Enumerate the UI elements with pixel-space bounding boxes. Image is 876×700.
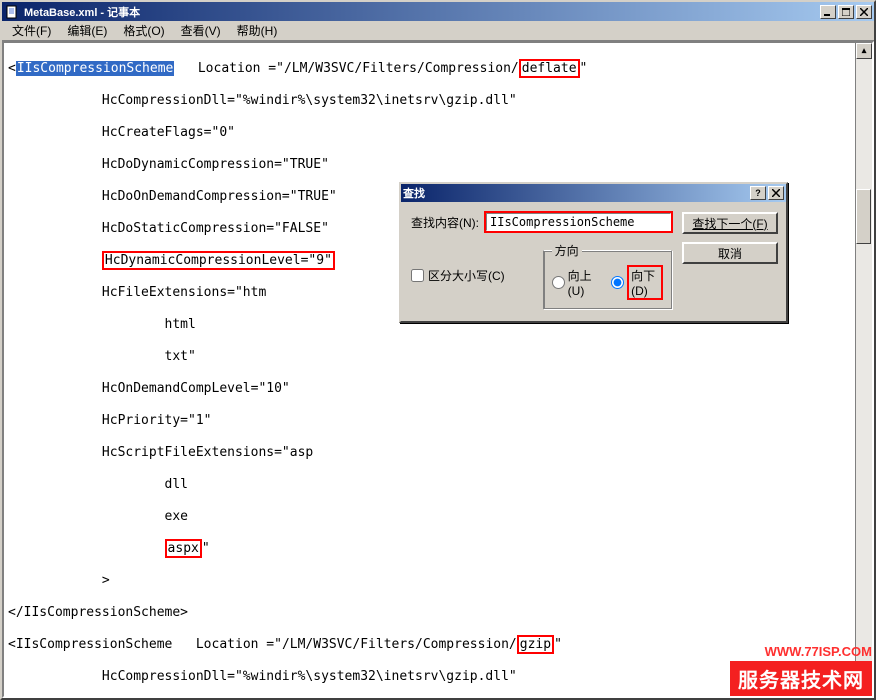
find-close-button[interactable] — [768, 186, 784, 200]
text-editor[interactable]: <IIsCompressionScheme Location ="/LM/W3S… — [2, 41, 874, 698]
radio-down-label: 向下(D) — [627, 265, 663, 300]
direction-legend: 方向 — [552, 242, 582, 259]
menu-file[interactable]: 文件(F) — [4, 20, 59, 41]
match-case-option[interactable]: 区分大小写(C) — [411, 267, 505, 284]
titlebar: MetaBase.xml - 记事本 — [2, 2, 874, 21]
find-body: 查找内容(N): 区分大小写(C) 方向 向上(U) — [401, 202, 786, 321]
scroll-track[interactable] — [856, 59, 872, 680]
find-dialog: 查找 ? 查找内容(N): 区分大小写(C) 方向 — [399, 182, 788, 323]
menu-view[interactable]: 查看(V) — [173, 20, 229, 41]
menubar: 文件(F) 编辑(E) 格式(O) 查看(V) 帮助(H) — [2, 21, 874, 41]
watermark-cn: 服务器技术网 — [730, 661, 872, 696]
selected-text: IIsCompressionScheme — [16, 61, 175, 76]
direction-down[interactable]: 向下(D) — [611, 265, 663, 300]
radio-up[interactable] — [552, 276, 565, 289]
radio-up-label: 向上(U) — [568, 267, 597, 298]
scroll-up-button[interactable]: ▴ — [856, 43, 872, 59]
vertical-scrollbar[interactable]: ▴ ▾ — [855, 43, 872, 696]
find-title: 查找 — [403, 185, 750, 201]
watermark: WWW.77ISP.COM 服务器技术网 — [730, 644, 872, 696]
minimize-button[interactable] — [820, 5, 836, 19]
direction-fieldset: 方向 向上(U) 向下(D) — [543, 242, 672, 309]
notepad-icon — [4, 4, 20, 20]
highlight-dynlevel-1: HcDynamicCompressionLevel="9" — [102, 251, 335, 270]
watermark-url: WWW.77ISP.COM — [730, 644, 872, 659]
titlebar-buttons — [820, 5, 872, 19]
menu-format[interactable]: 格式(O) — [115, 20, 172, 41]
close-button[interactable] — [856, 5, 872, 19]
maximize-button[interactable] — [838, 5, 854, 19]
find-titlebar: 查找 ? — [401, 184, 786, 202]
find-label: 查找内容(N): — [411, 214, 479, 231]
radio-down[interactable] — [611, 276, 624, 289]
match-case-label: 区分大小写(C) — [428, 267, 505, 284]
scroll-thumb[interactable] — [856, 189, 871, 244]
direction-up[interactable]: 向上(U) — [552, 265, 597, 300]
match-case-checkbox[interactable] — [411, 269, 424, 282]
menu-edit[interactable]: 编辑(E) — [59, 20, 115, 41]
find-titlebar-buttons: ? — [750, 186, 784, 200]
find-next-button[interactable]: 查找下一个(F) — [682, 212, 778, 234]
find-help-button[interactable]: ? — [750, 186, 766, 200]
highlight-deflate: deflate — [519, 59, 580, 78]
notepad-window: MetaBase.xml - 记事本 文件(F) 编辑(E) 格式(O) 查看(… — [0, 0, 876, 700]
window-title: MetaBase.xml - 记事本 — [24, 4, 820, 20]
cancel-button[interactable]: 取消 — [682, 242, 778, 264]
menu-help[interactable]: 帮助(H) — [229, 20, 286, 41]
highlight-aspx-1: aspx — [165, 539, 202, 558]
find-input[interactable] — [490, 214, 667, 230]
highlight-gzip: gzip — [517, 635, 554, 654]
find-input-wrapper — [485, 212, 672, 232]
